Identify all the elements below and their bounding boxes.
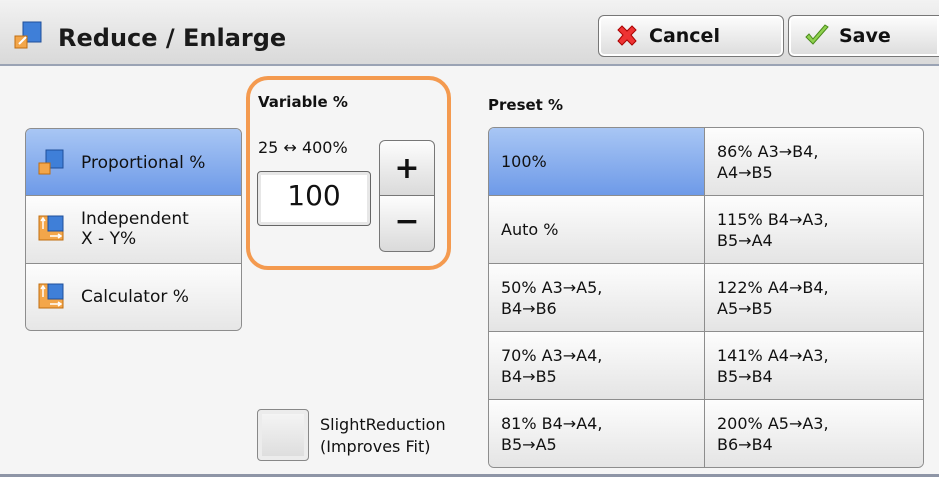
variable-value-field[interactable]: 100 <box>257 171 371 226</box>
independent-xy-icon <box>38 215 64 241</box>
preset-option[interactable]: 115% B4→A3, B5→A4 <box>705 196 923 264</box>
mode-label: Proportional % <box>81 153 206 173</box>
reduce-enlarge-icon <box>14 21 42 49</box>
slight-reduction-checkbox[interactable] <box>257 409 309 461</box>
mode-selector: Proportional % Independent X - Y% Calcul… <box>25 128 242 331</box>
calculator-icon <box>38 283 64 309</box>
proportional-icon <box>38 149 64 175</box>
save-label: Save <box>839 25 891 47</box>
mode-label: Independent X - Y% <box>81 209 189 249</box>
preset-option[interactable]: Auto % <box>489 196 705 264</box>
preset-grid: 100% 86% A3→B4, A4→B5 Auto % 115% B4→A3,… <box>488 127 924 468</box>
preset-option[interactable]: 100% <box>489 128 705 196</box>
checkmark-icon <box>805 24 829 45</box>
preset-option[interactable]: 122% A4→B4, A5→B5 <box>705 264 923 332</box>
preset-option[interactable]: 70% A3→A4, B4→B5 <box>489 332 705 400</box>
preset-option[interactable]: 200% A5→A3, B6→B4 <box>705 400 923 467</box>
cancel-x-icon <box>617 25 637 46</box>
variable-range: 25 ↔ 400% <box>258 138 348 157</box>
page-title: Reduce / Enlarge <box>58 24 287 52</box>
preset-option[interactable]: 141% A4→A3, B5→B4 <box>705 332 923 400</box>
variable-title: Variable % <box>258 93 348 111</box>
preset-title: Preset % <box>488 96 564 114</box>
preset-option[interactable]: 86% A3→B4, A4→B5 <box>705 128 923 196</box>
cancel-button[interactable]: Cancel <box>598 15 784 57</box>
preset-option[interactable]: 50% A3→A5, B4→B6 <box>489 264 705 332</box>
mode-label: Calculator % <box>81 287 189 307</box>
slight-reduction-label: SlightReduction (Improves Fit) <box>320 415 446 456</box>
mode-calculator[interactable]: Calculator % <box>26 264 241 330</box>
preset-option[interactable]: 81% B4→A4, B5→A5 <box>489 400 705 467</box>
cancel-label: Cancel <box>649 25 720 47</box>
mode-independent-xy[interactable]: Independent X - Y% <box>26 196 241 264</box>
save-button[interactable]: Save <box>788 15 939 57</box>
mode-proportional[interactable]: Proportional % <box>26 129 241 196</box>
title-bar: Reduce / Enlarge Cancel Save <box>0 0 939 66</box>
increase-button[interactable]: + <box>379 140 435 196</box>
decrease-button[interactable]: − <box>379 196 435 252</box>
